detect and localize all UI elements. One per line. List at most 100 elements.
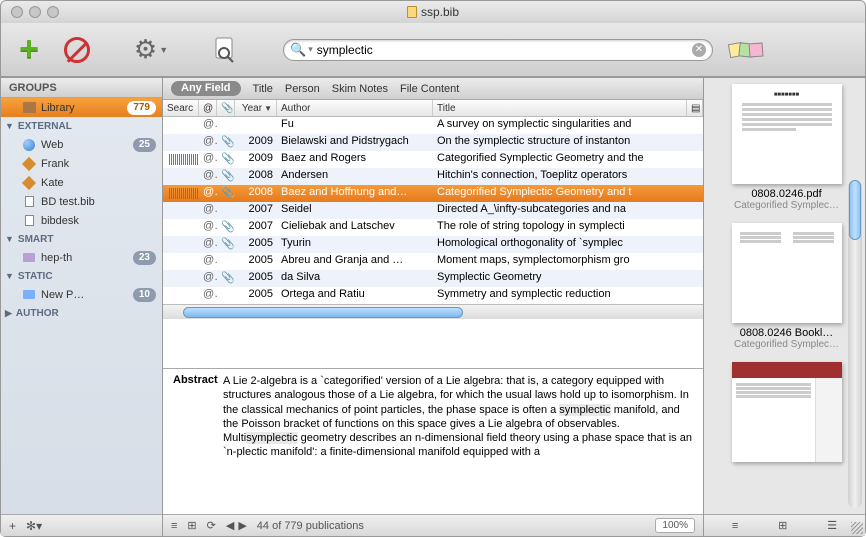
delete-button[interactable] — [57, 30, 97, 70]
preview-view-list-button[interactable]: ≡ — [732, 520, 738, 532]
window-title: ssp.bib — [407, 5, 459, 19]
preview-item[interactable] — [712, 362, 861, 462]
sidebar-item-library[interactable]: Library 779 — [1, 98, 162, 117]
cell-title: Categorified Symplectic Geometry and the — [433, 151, 703, 168]
clear-search-button[interactable]: ✕ — [692, 43, 706, 57]
table-row[interactable]: @📎2009Baez and RogersCategorified Symple… — [163, 151, 703, 168]
preview-item[interactable]: ■■■■■■■ 0808.0246.pdf Categorified Sympl… — [712, 84, 861, 211]
table-row[interactable]: @2007SeidelDirected A_\infty-subcategori… — [163, 202, 703, 219]
preview-item[interactable]: 0808.0246 Bookl… Categorified Symplec… — [712, 223, 861, 350]
url-indicator-icon: @ — [199, 253, 217, 270]
preview-subtitle: Categorified Symplec… — [722, 339, 852, 350]
column-attachment[interactable]: @ — [199, 100, 217, 116]
status-bar: ≡ ⊞ ⟳ ◀ ▶ 44 of 779 publications 100% — [163, 514, 703, 536]
sidebar-item-newp[interactable]: New P… 10 — [1, 285, 162, 304]
main-pane: Any Field Title Person Skim Notes File C… — [163, 78, 703, 536]
scope-title[interactable]: Title — [253, 83, 273, 95]
table-row[interactable]: @📎2007Cieliebak and LatschevThe role of … — [163, 219, 703, 236]
sidebar-item-label: New P… — [41, 289, 128, 301]
action-menu-button[interactable]: ⚙ ▼ — [131, 30, 171, 70]
column-title[interactable]: Title — [433, 100, 687, 116]
sidebar-item-hepth[interactable]: hep-th 23 — [1, 248, 162, 267]
sidebar-section-author[interactable]: ▶ AUTHOR — [1, 304, 162, 322]
scrollbar-thumb[interactable] — [183, 307, 463, 318]
sidebar-section-smart[interactable]: ▼ SMART — [1, 230, 162, 248]
column-config-button[interactable]: ▤ — [687, 100, 703, 116]
document-icon — [22, 214, 36, 228]
minimize-window-button[interactable] — [29, 6, 41, 18]
prev-button[interactable]: ◀ — [226, 519, 234, 532]
document-icon — [407, 6, 417, 18]
url-indicator-icon: @ — [199, 151, 217, 168]
search-field[interactable]: 🔍 ▾ ✕ — [283, 39, 713, 61]
table-row[interactable]: @2005Abreu and Granja and …Moment maps, … — [163, 253, 703, 270]
column-linked[interactable]: 📎 — [217, 100, 235, 116]
content-area: GROUPS Library 779 ▼ EXTERNAL Web 25 — [1, 77, 865, 536]
table-row[interactable]: @📎2008Baez and Hoffnung and…Categorified… — [163, 185, 703, 202]
sidebar-item-kate[interactable]: Kate — [1, 173, 162, 192]
cell-author: Abreu and Granja and … — [277, 253, 433, 270]
preview-button[interactable] — [205, 30, 245, 70]
relevance-bar-icon — [169, 188, 199, 199]
scope-skim-notes[interactable]: Skim Notes — [332, 83, 388, 95]
window-title-text: ssp.bib — [421, 5, 459, 19]
vertical-scrollbar[interactable] — [848, 180, 862, 508]
column-search[interactable]: Searc — [163, 100, 199, 116]
horizontal-scrollbar[interactable] — [163, 304, 703, 319]
window-resize-handle[interactable] — [851, 522, 863, 534]
preview-view-grid-button[interactable]: ⊞ — [778, 519, 787, 532]
table-row[interactable]: @2005Ortega and RatiuSymmetry and symple… — [163, 287, 703, 304]
sidebar-item-label: bibdesk — [41, 215, 156, 227]
search-input[interactable] — [313, 43, 692, 57]
scope-file-content[interactable]: File Content — [400, 83, 459, 95]
close-window-button[interactable] — [11, 6, 23, 18]
cell-year — [235, 117, 277, 134]
preview-view-columns-button[interactable]: ☰ — [827, 519, 837, 532]
search-highlight: symplectic — [559, 404, 610, 416]
no-entry-icon — [64, 37, 90, 63]
preview-sidebar: ■■■■■■■ 0808.0246.pdf Categorified Sympl… — [703, 78, 865, 536]
view-mode-grid-button[interactable]: ⊞ — [187, 519, 196, 532]
column-author[interactable]: Author — [277, 100, 433, 116]
cell-author: Tyurin — [277, 236, 433, 253]
abstract-text: Abstract A Lie 2-algebra is a `categorif… — [163, 369, 703, 514]
cell-title: Moment maps, symplectomorphism gro — [433, 253, 703, 270]
table-row[interactable]: @📎2009Bielawski and PidstrygachOn the sy… — [163, 134, 703, 151]
stickies-button[interactable] — [733, 43, 763, 57]
scrollbar-thumb[interactable] — [849, 180, 861, 240]
cell-title: Categorified Symplectic Geometry and t — [433, 185, 703, 202]
next-button[interactable]: ▶ — [238, 519, 246, 532]
sidebar-section-external[interactable]: ▼ EXTERNAL — [1, 117, 162, 135]
view-mode-list-button[interactable]: ≡ — [171, 520, 177, 532]
cell-title: Homological orthogonality of `symplec — [433, 236, 703, 253]
globe-icon — [22, 138, 36, 152]
attachment-icon: 📎 — [217, 219, 235, 236]
zoom-window-button[interactable] — [47, 6, 59, 18]
column-year[interactable]: Year▼ — [235, 100, 277, 116]
url-indicator-icon: @ — [199, 117, 217, 134]
plus-icon: + — [19, 30, 39, 69]
sidebar-item-bdtest[interactable]: BD test.bib — [1, 192, 162, 211]
table-row[interactable]: @📎2005TyurinHomological orthogonality of… — [163, 236, 703, 253]
table-row[interactable]: @📎2005da SilvaSymplectic Geometry — [163, 270, 703, 287]
preview-list: ■■■■■■■ 0808.0246.pdf Categorified Sympl… — [704, 78, 865, 514]
sidebar-item-web[interactable]: Web 25 — [1, 135, 162, 154]
cell-year: 2008 — [235, 185, 277, 202]
scope-person[interactable]: Person — [285, 83, 320, 95]
group-action-button[interactable]: ✻▾ — [26, 519, 42, 533]
cell-author: Seidel — [277, 202, 433, 219]
sidebar-item-frank[interactable]: Frank — [1, 154, 162, 173]
zoom-level[interactable]: 100% — [655, 518, 695, 533]
add-button[interactable]: + — [9, 30, 49, 70]
cell-year: 2009 — [235, 134, 277, 151]
table-row[interactable]: @📎2008AndersenHitchin's connection, Toep… — [163, 168, 703, 185]
sidebar-section-static[interactable]: ▼ STATIC — [1, 267, 162, 285]
scope-any-field[interactable]: Any Field — [171, 81, 241, 96]
sidebar-item-bibdesk[interactable]: bibdesk — [1, 211, 162, 230]
add-group-button[interactable]: + — [9, 519, 16, 533]
table-row[interactable]: @FuA survey on symplectic singularities … — [163, 117, 703, 134]
view-mode-reload-button[interactable]: ⟳ — [207, 519, 216, 532]
url-indicator-icon: @ — [199, 202, 217, 219]
abstract-heading: Abstract — [173, 374, 218, 386]
sidebar-item-label: BD test.bib — [41, 196, 156, 208]
